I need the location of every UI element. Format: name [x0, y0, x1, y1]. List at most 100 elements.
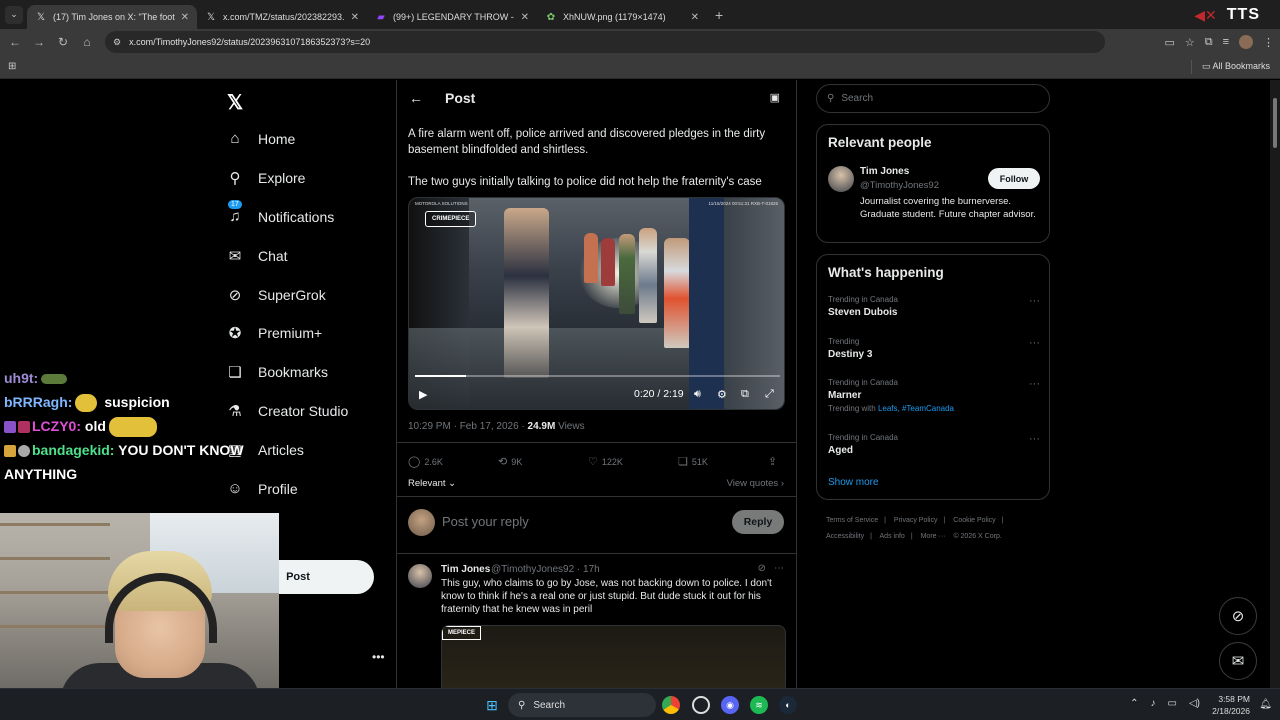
reply-author-name[interactable]: Tim Jones [441, 564, 490, 575]
bookmark-action[interactable]: ❏ 51K [678, 455, 708, 468]
sort-replies-dropdown[interactable]: Relevant ⌄ [408, 478, 456, 489]
nav-notifications[interactable]: ♫ 17 Notifications [226, 200, 334, 225]
address-bar[interactable]: ⚙ x.com/TimothyJones92/status/2023963107… [105, 31, 1105, 53]
page-scrollbar[interactable] [1270, 80, 1280, 688]
scroll-thumb[interactable] [1273, 98, 1277, 148]
more-icon[interactable]: ··· [1029, 337, 1040, 349]
sub-badge-icon [4, 421, 16, 434]
trend-item[interactable]: Trending Destiny 3 ··· [828, 337, 1040, 360]
repost-action[interactable]: ⟲ 9K [498, 455, 522, 468]
star-icon[interactable]: ☆ [1185, 36, 1195, 49]
reader-icon[interactable]: ▣ [770, 91, 780, 104]
spotify-icon[interactable]: ≋ [750, 696, 768, 714]
close-icon[interactable]: ✕ [521, 12, 529, 23]
grok-icon[interactable]: ⊘ [758, 563, 766, 574]
account-menu-icon[interactable]: ••• [372, 650, 385, 664]
close-icon[interactable]: ✕ [351, 12, 359, 23]
video-progress-bar[interactable] [415, 375, 780, 377]
share-action[interactable]: ⇪ [768, 455, 777, 468]
more-icon[interactable]: ··· [1029, 433, 1040, 445]
footer-link[interactable]: Accessibility [826, 533, 864, 540]
chat-user: LCZY0: [32, 418, 81, 434]
network-icon[interactable]: ▭ [1168, 698, 1177, 709]
grok-fab-icon[interactable]: ⊘ [1219, 597, 1257, 635]
speaker-icon[interactable]: ◁) [1189, 698, 1200, 709]
forward-icon[interactable]: → [27, 30, 51, 54]
home-icon[interactable]: ⌂ [75, 30, 99, 54]
search-input[interactable]: ⚲ Search [816, 84, 1050, 113]
cast-icon[interactable]: ▭ [1164, 36, 1174, 49]
messages-fab-icon[interactable]: ✉ [1219, 642, 1257, 680]
nav-premium[interactable]: ✪ Premium+ [226, 324, 322, 342]
back-icon[interactable]: ← [3, 30, 27, 54]
footer-link[interactable]: Privacy Policy [894, 517, 938, 524]
reply-author-handle[interactable]: @TimothyJones92 · 17h [491, 564, 600, 575]
extensions-icon[interactable]: ⧉ [1205, 36, 1213, 49]
footer-link[interactable]: Ads info [880, 533, 905, 540]
tab-1[interactable]: 𝕏 x.com/TMZ/status/202382293... ✕ [197, 5, 367, 29]
more-icon[interactable]: ··· [1029, 295, 1040, 307]
nav-home[interactable]: ⌂ Home [226, 130, 295, 147]
x-logo-icon[interactable]: 𝕏 [227, 90, 243, 115]
footer-link[interactable]: Cookie Policy [953, 517, 995, 524]
tab-3[interactable]: ✿ XhNUW.png (1179×1474) ✕ [537, 5, 707, 29]
person-name[interactable]: Tim Jones [860, 166, 909, 177]
windows-start-icon[interactable]: ⊞ [484, 697, 500, 713]
reply-input[interactable]: Post your reply [442, 514, 529, 529]
settings-icon[interactable]: ⚙ [717, 388, 727, 401]
reply-action[interactable]: ◯ 2.6K [408, 455, 443, 468]
reply-author-avatar[interactable] [408, 564, 432, 588]
apps-icon[interactable]: ⊞ [8, 61, 16, 72]
follow-button[interactable]: Follow [988, 168, 1040, 189]
all-bookmarks[interactable]: ▭ All Bookmarks [1202, 61, 1270, 72]
profile-avatar[interactable] [1239, 35, 1253, 49]
person-avatar[interactable] [828, 166, 854, 192]
notification-bell-icon[interactable]: 🔔︎ [1259, 699, 1272, 710]
video-player[interactable]: MOTOROLA SOLUTIONS 11/15/2024 00:51:31 R… [408, 197, 785, 410]
discord-icon[interactable]: ◉ [721, 696, 739, 714]
more-icon[interactable]: ··· [1029, 378, 1040, 390]
footer-link[interactable]: Terms of Service [826, 517, 878, 524]
nav-chat[interactable]: ✉ Chat [226, 247, 288, 265]
chrome-icon[interactable] [662, 696, 680, 714]
reply-button[interactable]: Reply [732, 510, 784, 534]
view-quotes-link[interactable]: View quotes › [727, 478, 784, 489]
trend-item[interactable]: Trending in Canada Marner Trending with … [828, 378, 1040, 413]
reply-media[interactable]: MEPIECE [441, 625, 786, 695]
tab-search-button[interactable]: ⌄ [5, 5, 23, 24]
pip-icon[interactable]: ⧉ [741, 388, 749, 401]
fullscreen-icon[interactable]: ⤢ [765, 388, 774, 401]
trend-with-tags[interactable]: Leafs, #TeamCanada [878, 404, 954, 413]
obs-icon[interactable] [692, 696, 710, 714]
tts-label: TTS [1226, 6, 1260, 23]
menu-icon[interactable]: ⋮ [1263, 36, 1274, 49]
show-more-link[interactable]: Show more [828, 477, 879, 488]
person-handle[interactable]: @TimothyJones92 [860, 180, 939, 191]
clock[interactable]: 3:58 PM 2/18/2026 [1212, 693, 1250, 717]
reload-icon[interactable]: ↻ [51, 30, 75, 54]
trend-item[interactable]: Trending in Canada Aged ··· [828, 433, 1040, 456]
site-info-icon[interactable]: ⚙ [113, 37, 121, 48]
bookmark-divider [1191, 60, 1192, 74]
back-arrow-icon[interactable]: ← [409, 90, 423, 106]
tab-0[interactable]: 𝕏 (17) Tim Jones on X: "The footb ✕ [27, 5, 197, 29]
nav-explore[interactable]: ⚲ Explore [226, 169, 306, 187]
steam-icon[interactable]: ◐ [779, 696, 797, 714]
close-icon[interactable]: ✕ [691, 12, 699, 23]
footer-link[interactable]: More ··· [921, 533, 946, 540]
nav-supergrok[interactable]: ⊘ SuperGrok [226, 286, 326, 304]
media-icon[interactable]: ≡ [1223, 36, 1229, 48]
like-action[interactable]: ♡ 122K [588, 455, 623, 468]
search-icon: ⚲ [518, 699, 526, 711]
more-icon[interactable]: ⋯ [774, 563, 784, 574]
all-bookmarks-label: All Bookmarks [1212, 61, 1270, 71]
trend-item[interactable]: Trending in Canada Steven Dubois ··· [828, 295, 1040, 318]
chevron-up-icon[interactable]: ⌃ [1130, 698, 1138, 709]
play-icon[interactable]: ▶ [419, 388, 427, 401]
close-icon[interactable]: ✕ [181, 12, 189, 23]
tab-2[interactable]: ▰ (99+) LEGENDARY THROW - Tw ✕ [367, 5, 537, 29]
volume-icon[interactable]: 🔊︎ [694, 388, 701, 401]
new-tab-button[interactable]: + [715, 7, 723, 23]
taskbar-search[interactable]: ⚲ Search [508, 693, 656, 717]
microphone-icon[interactable]: ♪ [1151, 698, 1156, 709]
